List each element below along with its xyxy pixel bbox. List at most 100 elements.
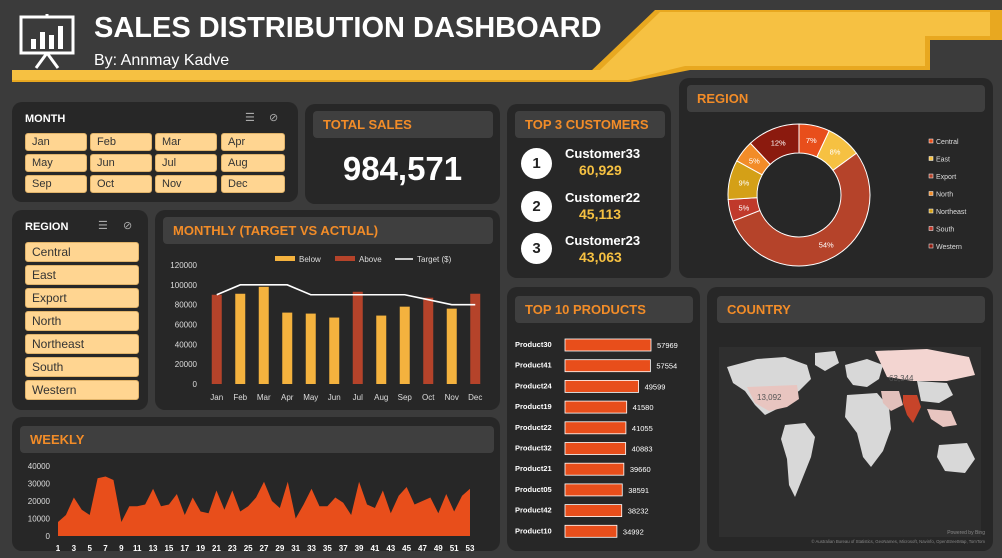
month-slicer-title: MONTH bbox=[25, 113, 66, 125]
x-tick-label: 37 bbox=[339, 544, 348, 551]
region-chart-card: REGION 7% 8% 54% 5% 9% 5% 12% Central East Export… bbox=[679, 78, 993, 278]
product-label: Product21 bbox=[515, 464, 552, 473]
x-tick-label: 49 bbox=[434, 544, 443, 551]
month-chip-jul[interactable]: Jul bbox=[155, 154, 217, 172]
x-tick-label: 5 bbox=[87, 544, 92, 551]
y-tick-label: 100000 bbox=[170, 281, 197, 290]
x-tick-label: 27 bbox=[260, 544, 269, 551]
region-donut-chart: 7% 8% 54% 5% 9% 5% 12% Central East Export North No… bbox=[727, 123, 966, 267]
region-chip-export[interactable]: Export bbox=[25, 288, 139, 308]
legend-swatch bbox=[928, 208, 934, 214]
product-bar bbox=[564, 462, 625, 476]
clear-filter-icon[interactable]: ⊘ bbox=[123, 219, 132, 232]
legend-swatch bbox=[928, 156, 934, 161]
multi-select-icon[interactable]: ☰ bbox=[245, 111, 255, 124]
customer-name-3: Customer23 bbox=[565, 233, 641, 248]
y-tick-label: 0 bbox=[193, 380, 198, 389]
weekly-chart-card: WEEKLY 0 10000 20000 30000 40000 1 3 5 7 9 11 13 15 1… bbox=[12, 417, 500, 551]
month-chip-feb[interactable]: Feb bbox=[90, 133, 152, 151]
x-tick-label: 19 bbox=[196, 544, 205, 551]
page-subtitle: By: Annmay Kadve bbox=[94, 52, 230, 69]
below-bar bbox=[258, 286, 269, 384]
customer-value-3: 43,063 bbox=[579, 249, 622, 265]
world-map[interactable]: 13,092 63,344 Powered by Bing © Australi… bbox=[707, 287, 993, 551]
month-chip-oct[interactable]: Oct bbox=[90, 175, 152, 193]
region-chip-east[interactable]: East bbox=[25, 265, 139, 285]
region-chip-northeast[interactable]: Northeast bbox=[25, 334, 139, 354]
month-chip-may[interactable]: May bbox=[25, 154, 87, 172]
x-tick-label: Aug bbox=[374, 393, 388, 402]
weekly-area bbox=[58, 476, 470, 536]
x-tick-label: Jun bbox=[328, 393, 341, 402]
products-chart-card: TOP 10 PRODUCTS Product30 57969 Product41 5… bbox=[507, 287, 700, 551]
customer-name-1: Customer33 bbox=[565, 146, 641, 161]
legend-label: North bbox=[936, 192, 953, 199]
product-bar bbox=[564, 380, 639, 393]
y-tick-label: 40000 bbox=[175, 340, 198, 349]
product-bar bbox=[564, 442, 627, 455]
product-label: Product19 bbox=[515, 402, 552, 411]
month-chip-dec[interactable]: Dec bbox=[221, 175, 285, 193]
y-tick-label: 20000 bbox=[175, 360, 198, 369]
slice-label: 5% bbox=[749, 156, 760, 165]
region-chip-south[interactable]: South bbox=[25, 357, 139, 377]
product-value: 41055 bbox=[632, 424, 653, 433]
month-chip-nov[interactable]: Nov bbox=[155, 175, 217, 193]
legend-swatch bbox=[928, 173, 934, 179]
multi-select-icon[interactable]: ☰ bbox=[98, 219, 108, 232]
legend-swatch bbox=[928, 138, 934, 144]
x-tick-label: Jan bbox=[210, 393, 223, 402]
y-tick-label: 30000 bbox=[28, 480, 51, 489]
x-tick-label: 31 bbox=[291, 544, 300, 551]
legend-label: East bbox=[936, 157, 950, 164]
legend-swatch-above bbox=[335, 256, 355, 261]
month-chip-apr[interactable]: Apr bbox=[221, 133, 285, 151]
map-label-usa: 13,092 bbox=[757, 393, 782, 402]
below-bar bbox=[446, 308, 457, 384]
monthly-chart-card: MONTHLY (TARGET VS ACTUAL) 0 20000 40000 60… bbox=[155, 210, 500, 410]
legend-label: Northeast bbox=[936, 209, 966, 216]
y-tick-label: 0 bbox=[46, 532, 51, 541]
region-chip-western[interactable]: Western bbox=[25, 380, 139, 400]
x-tick-label: May bbox=[303, 393, 318, 402]
x-tick-label: 15 bbox=[164, 544, 173, 551]
x-tick-label: 7 bbox=[103, 544, 108, 551]
month-chip-jun[interactable]: Jun bbox=[90, 154, 152, 172]
x-tick-label: 41 bbox=[370, 544, 379, 551]
below-bar bbox=[235, 293, 246, 384]
month-chip-mar[interactable]: Mar bbox=[155, 133, 217, 151]
y-tick-label: 120000 bbox=[170, 261, 197, 270]
x-tick-label: 39 bbox=[355, 544, 364, 551]
product-value: 49599 bbox=[645, 382, 666, 391]
x-tick-label: Feb bbox=[233, 393, 247, 402]
weekly-area-chart: 0100002000030000400001 3 5 7 9 11 13 15 17 19 21 23… bbox=[28, 462, 475, 551]
clear-filter-icon[interactable]: ⊘ bbox=[269, 111, 278, 124]
above-bar bbox=[211, 294, 222, 384]
x-tick-label: Nov bbox=[445, 393, 459, 402]
product-label: Product05 bbox=[515, 485, 552, 494]
product-label: Product32 bbox=[515, 444, 552, 453]
x-tick-label: 53 bbox=[466, 544, 475, 551]
x-tick-label: 47 bbox=[418, 544, 427, 551]
legend-label-above: Above bbox=[359, 255, 382, 264]
x-tick-label: Mar bbox=[257, 393, 271, 402]
legend-swatch-below bbox=[275, 256, 295, 261]
monthly-bar-chart: 0 20000 40000 60000 80000 100000 120000 Jan Feb M… bbox=[170, 255, 482, 402]
month-chip-sep[interactable]: Sep bbox=[25, 175, 87, 193]
map-label-russia: 63,344 bbox=[889, 374, 914, 383]
month-chip-jan[interactable]: Jan bbox=[25, 133, 87, 151]
product-label: Product24 bbox=[515, 381, 553, 390]
country-map-card: COUNTRY 13,092 63,344 Powered by Bing © … bbox=[707, 287, 993, 551]
legend-label-below: Below bbox=[299, 255, 321, 264]
product-bar bbox=[564, 504, 623, 518]
legend-swatch bbox=[928, 191, 934, 196]
month-chip-aug[interactable]: Aug bbox=[221, 154, 285, 172]
y-tick-label: 10000 bbox=[28, 515, 51, 524]
product-value: 38232 bbox=[628, 507, 649, 516]
y-tick-label: 20000 bbox=[28, 497, 51, 506]
customer-rank-2: 2 bbox=[521, 191, 552, 222]
region-chip-north[interactable]: North bbox=[25, 311, 139, 331]
product-bar bbox=[564, 338, 652, 352]
region-chip-central[interactable]: Central bbox=[25, 242, 139, 262]
product-bar bbox=[564, 400, 628, 414]
